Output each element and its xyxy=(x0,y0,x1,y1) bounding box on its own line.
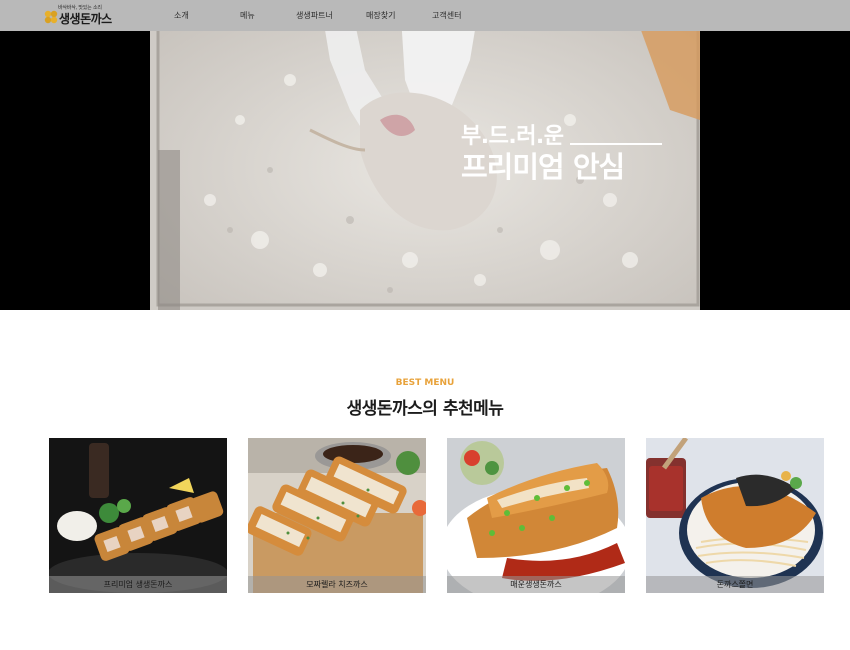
menu-card-jjolmyeon[interactable]: 돈까스쫄면 xyxy=(646,438,824,593)
menu-card-mozzarella[interactable]: 모짜렐라 치즈까스 xyxy=(248,438,426,593)
nav-item-customer-center[interactable]: 고객센터 xyxy=(432,10,461,21)
nav-item-intro[interactable]: 소개 xyxy=(174,10,189,21)
hero-caption-line1: 부.드.러.운 xyxy=(461,124,564,149)
menu-card-caption: 프리미엄 생생돈까스 xyxy=(49,576,227,593)
best-menu-title: 생생돈까스의 추천메뉴 xyxy=(346,399,504,419)
logo-mark-icon xyxy=(44,10,58,24)
menu-card-caption: 모짜렐라 치즈까스 xyxy=(248,576,426,593)
menu-photo-premium xyxy=(49,438,227,593)
menu-photo-jjolmyeon xyxy=(646,438,824,593)
menu-photo-mozzarella xyxy=(248,438,426,593)
hero-section: 부.드.러.운 프리미엄 안심 xyxy=(0,0,850,310)
menu-card-caption: 돈까스쫄면 xyxy=(646,576,824,593)
best-menu-label: BEST MENU xyxy=(395,378,455,388)
logo-brand: 생생돈까스 xyxy=(59,12,112,26)
menu-photo-spicy xyxy=(447,438,625,593)
hero-caption-line2: 프리미엄 안심 xyxy=(461,150,625,184)
nav-item-menu[interactable]: 메뉴 xyxy=(240,10,255,21)
menu-card-spicy[interactable]: 매운생생돈까스 xyxy=(447,438,625,593)
nav-item-partner[interactable]: 생생파트너 xyxy=(296,10,333,21)
nav-item-store-finder[interactable]: 매장찾기 xyxy=(366,10,395,21)
hero-caption: 부.드.러.운 프리미엄 안심 xyxy=(461,125,662,183)
logo[interactable]: 바삭바삭, 맛있는 소리 생생돈까스 xyxy=(44,4,124,28)
top-navigation-bar: 바삭바삭, 맛있는 소리 생생돈까스 소개 메뉴 생생파트너 매장찾기 고객센터 xyxy=(0,0,850,31)
menu-card-caption: 매운생생돈까스 xyxy=(447,576,625,593)
caption-underline xyxy=(569,143,662,145)
menu-card-premium[interactable]: 프리미엄 생생돈까스 xyxy=(49,438,227,593)
